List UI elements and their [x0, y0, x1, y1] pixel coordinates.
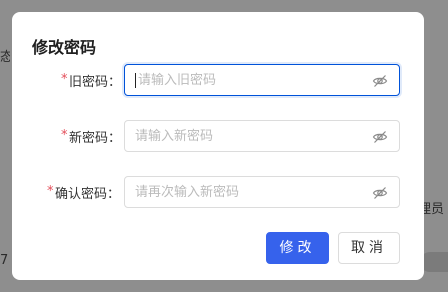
dialog-title: 修改密码	[32, 38, 97, 57]
confirm-button[interactable]: 修改	[266, 232, 329, 264]
confirm-password-input[interactable]	[135, 177, 365, 207]
eye-off-icon[interactable]	[372, 185, 388, 201]
required-mark: *	[47, 184, 54, 199]
confirm-password-field[interactable]	[124, 176, 400, 208]
eye-off-icon[interactable]	[372, 129, 388, 145]
background-number-fragment: 7	[0, 253, 8, 268]
old-password-row: * 旧密码：	[12, 64, 424, 96]
old-password-label: 旧密码：	[69, 75, 122, 90]
required-mark: *	[61, 72, 68, 87]
change-password-dialog: 修改密码 * 旧密码： * 新密码： * 确认密码： 修改 取消	[12, 12, 424, 280]
eye-off-icon[interactable]	[372, 73, 388, 89]
old-password-input[interactable]	[138, 65, 368, 95]
new-password-input[interactable]	[135, 121, 365, 151]
confirm-password-label: 确认密码：	[55, 187, 121, 202]
new-password-row: * 新密码：	[12, 120, 424, 152]
cancel-button[interactable]: 取消	[338, 232, 400, 264]
background-toggle	[420, 252, 448, 272]
background-text-fragment: 态	[0, 50, 10, 65]
new-password-field[interactable]	[124, 120, 400, 152]
text-caret	[135, 73, 136, 88]
confirm-password-row: * 确认密码：	[12, 176, 424, 208]
old-password-field[interactable]	[124, 64, 400, 96]
required-mark: *	[61, 128, 68, 143]
new-password-label: 新密码：	[69, 131, 122, 146]
